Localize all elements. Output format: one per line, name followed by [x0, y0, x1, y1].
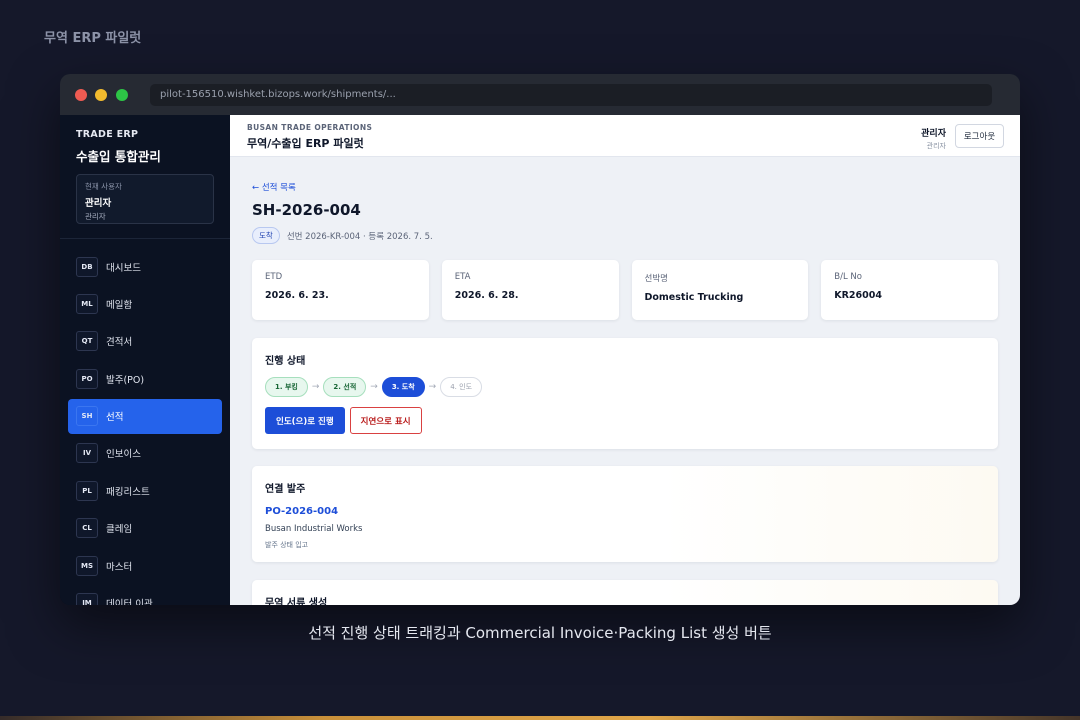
current-user-role: 관리자: [85, 212, 106, 221]
progress-step-2: 2. 선적: [323, 377, 367, 397]
sidebar-item-code: ML: [76, 293, 98, 314]
current-user-caption: 현재 사용자: [85, 182, 122, 191]
header-user: 관리자 관리자: [921, 126, 946, 151]
header-user-name: 관리자: [921, 129, 946, 139]
vessel-label: 선박명: [644, 274, 668, 284]
progress-step-3: 3. 도착: [381, 377, 425, 397]
minimize-window-icon[interactable]: [95, 89, 107, 101]
brand-eyebrow: TRADE ERP: [76, 129, 139, 140]
sidebar-item-code: QT: [76, 331, 98, 352]
sidebar-item-pl[interactable]: PL 패킹리스트: [68, 473, 222, 508]
sidebar-item-code: IM: [76, 593, 98, 605]
sidebar-item-code: PL: [76, 480, 98, 501]
browser-window: pilot-156510.wishket.bizops.work/shipmen…: [60, 74, 1020, 605]
eta-card: ETA 2026. 6. 28.: [441, 260, 619, 320]
current-user-box: 현재 사용자 관리자 관리자: [76, 174, 214, 224]
info-cards: ETD 2026. 6. 23. ETA 2026. 6. 28. 선박명 Do…: [252, 260, 998, 320]
sidebar-item-label: 발주(PO): [106, 374, 145, 386]
progress-steps: 1. 부킹 → 2. 선적 → 3. 도착 → 4. 인도: [265, 377, 483, 397]
trade-docs-panel: 무역 서류 생성: [252, 580, 998, 605]
logout-button[interactable]: 로그아웃: [955, 124, 1004, 148]
etd-value: 2026. 6. 23.: [265, 290, 329, 301]
step-arrow-icon: →: [370, 382, 378, 392]
sidebar-item-label: 메일함: [106, 299, 133, 311]
sidebar-item-code: IV: [76, 443, 98, 464]
etd-card: ETD 2026. 6. 23.: [252, 260, 429, 320]
bl-card: B/L No KR26004: [821, 260, 998, 320]
shipment-meta: 선번 2026-KR-004 · 등록 2026. 7. 5.: [286, 231, 433, 242]
url-bar[interactable]: pilot-156510.wishket.bizops.work/shipmen…: [150, 84, 992, 106]
sidebar-item-code: CL: [76, 518, 98, 539]
brand-title: 수출입 통합관리: [76, 149, 161, 164]
sidebar: TRADE ERP 수출입 통합관리 현재 사용자 관리자 관리자 DB 대시보드…: [60, 115, 230, 605]
sidebar-item-label: 대시보드: [106, 262, 141, 274]
sidebar-item-ml[interactable]: ML 메일함: [68, 286, 222, 321]
vessel-card: 선박명 Domestic Trucking: [631, 260, 809, 320]
vessel-value: Domestic Trucking: [644, 292, 744, 303]
progress-title: 진행 상태: [265, 356, 306, 367]
sidebar-item-qt[interactable]: QT 견적서: [68, 324, 222, 359]
maximize-window-icon[interactable]: [116, 89, 128, 101]
po-company: Busan Industrial Works: [265, 524, 363, 534]
progress-step-4: 4. 인도: [440, 377, 483, 397]
shipment-title: SH-2026-004: [252, 201, 361, 219]
trade-docs-title: 무역 서류 생성: [265, 598, 328, 605]
header-eyebrow: BUSAN TRADE OPERATIONS: [247, 123, 373, 132]
sidebar-item-ms[interactable]: MS 마스터: [68, 548, 222, 583]
sidebar-item-sh[interactable]: SH 선적: [68, 398, 222, 434]
progress-panel: 진행 상태 1. 부킹 → 2. 선적 → 3. 도착 → 4. 인도 인도(으)로 진행 …: [252, 338, 998, 449]
sidebar-item-label: 견적서: [106, 337, 133, 349]
browser-titlebar: pilot-156510.wishket.bizops.work/shipmen…: [60, 74, 1020, 115]
step-arrow-icon: →: [428, 382, 437, 392]
etd-label: ETD: [265, 272, 283, 282]
sidebar-item-label: 마스터: [106, 561, 133, 573]
sidebar-item-code: DB: [76, 256, 98, 277]
linked-po-title: 연결 발주: [265, 484, 306, 495]
sidebar-item-code: MS: [76, 555, 98, 576]
eta-value: 2026. 6. 28.: [454, 290, 519, 301]
advance-status-button[interactable]: 인도(으)로 진행: [265, 407, 345, 434]
sidebar-item-label: 클레임: [106, 524, 133, 536]
main-header: BUSAN TRADE OPERATIONS 무역/수출입 ERP 파일럿 관리…: [230, 115, 1020, 157]
screenshot-caption: 선적 진행 상태 트래킹과 Commercial Invoice·Packing…: [308, 624, 772, 642]
status-badge: 도착: [252, 227, 280, 244]
sidebar-item-label: 데이터 이관: [106, 599, 153, 605]
po-number-link[interactable]: PO-2026-004: [265, 506, 338, 517]
bl-label: B/L No: [834, 272, 862, 282]
sidebar-item-po[interactable]: PO 발주(PO): [68, 361, 222, 396]
header-user-role: 관리자: [926, 142, 946, 150]
back-to-shipments-link[interactable]: ← 선적 목록: [252, 181, 296, 193]
progress-actions: 인도(으)로 진행 지연으로 표시: [265, 407, 422, 434]
close-window-icon[interactable]: [75, 89, 87, 101]
sidebar-item-code: SH: [76, 406, 98, 427]
main-area: BUSAN TRADE OPERATIONS 무역/수출입 ERP 파일럿 관리…: [230, 115, 1020, 605]
sidebar-item-label: 선적: [106, 412, 124, 424]
po-status: 발주 상태 입고: [265, 541, 309, 549]
sidebar-item-code: PO: [76, 368, 98, 389]
eta-label: ETA: [454, 272, 471, 282]
sidebar-item-label: 인보이스: [106, 449, 141, 461]
sidebar-item-db[interactable]: DB 대시보드: [68, 249, 222, 284]
bottom-glow: [0, 716, 1080, 720]
header-title: 무역/수출입 ERP 파일럿: [247, 137, 364, 150]
linked-po-panel: 연결 발주 PO-2026-004 Busan Industrial Works…: [252, 466, 998, 562]
mark-delayed-button[interactable]: 지연으로 표시: [349, 407, 422, 434]
shipment-meta-row: 도착 선번 2026-KR-004 · 등록 2026. 7. 5.: [252, 227, 433, 244]
page-label: 무역 ERP 파일럿: [44, 31, 142, 46]
current-user-name: 관리자: [85, 198, 112, 209]
step-arrow-icon: →: [311, 382, 320, 392]
app-shell: TRADE ERP 수출입 통합관리 현재 사용자 관리자 관리자 DB 대시보드…: [60, 115, 1020, 605]
sidebar-item-cl[interactable]: CL 클레임: [68, 511, 222, 546]
bl-value: KR26004: [834, 290, 882, 301]
sidebar-divider: [60, 238, 230, 239]
sidebar-item-label: 패킹리스트: [106, 486, 150, 498]
sidebar-nav: DB 대시보드 ML 메일함 QT 견적서 PO 발주(PO) SH 선적 IV 인보이스 PL 패킹리스…: [68, 249, 222, 605]
progress-step-1: 1. 부킹: [265, 377, 308, 397]
sidebar-item-im[interactable]: IM 데이터 이관: [68, 586, 222, 605]
sidebar-item-iv[interactable]: IV 인보이스: [68, 436, 222, 471]
